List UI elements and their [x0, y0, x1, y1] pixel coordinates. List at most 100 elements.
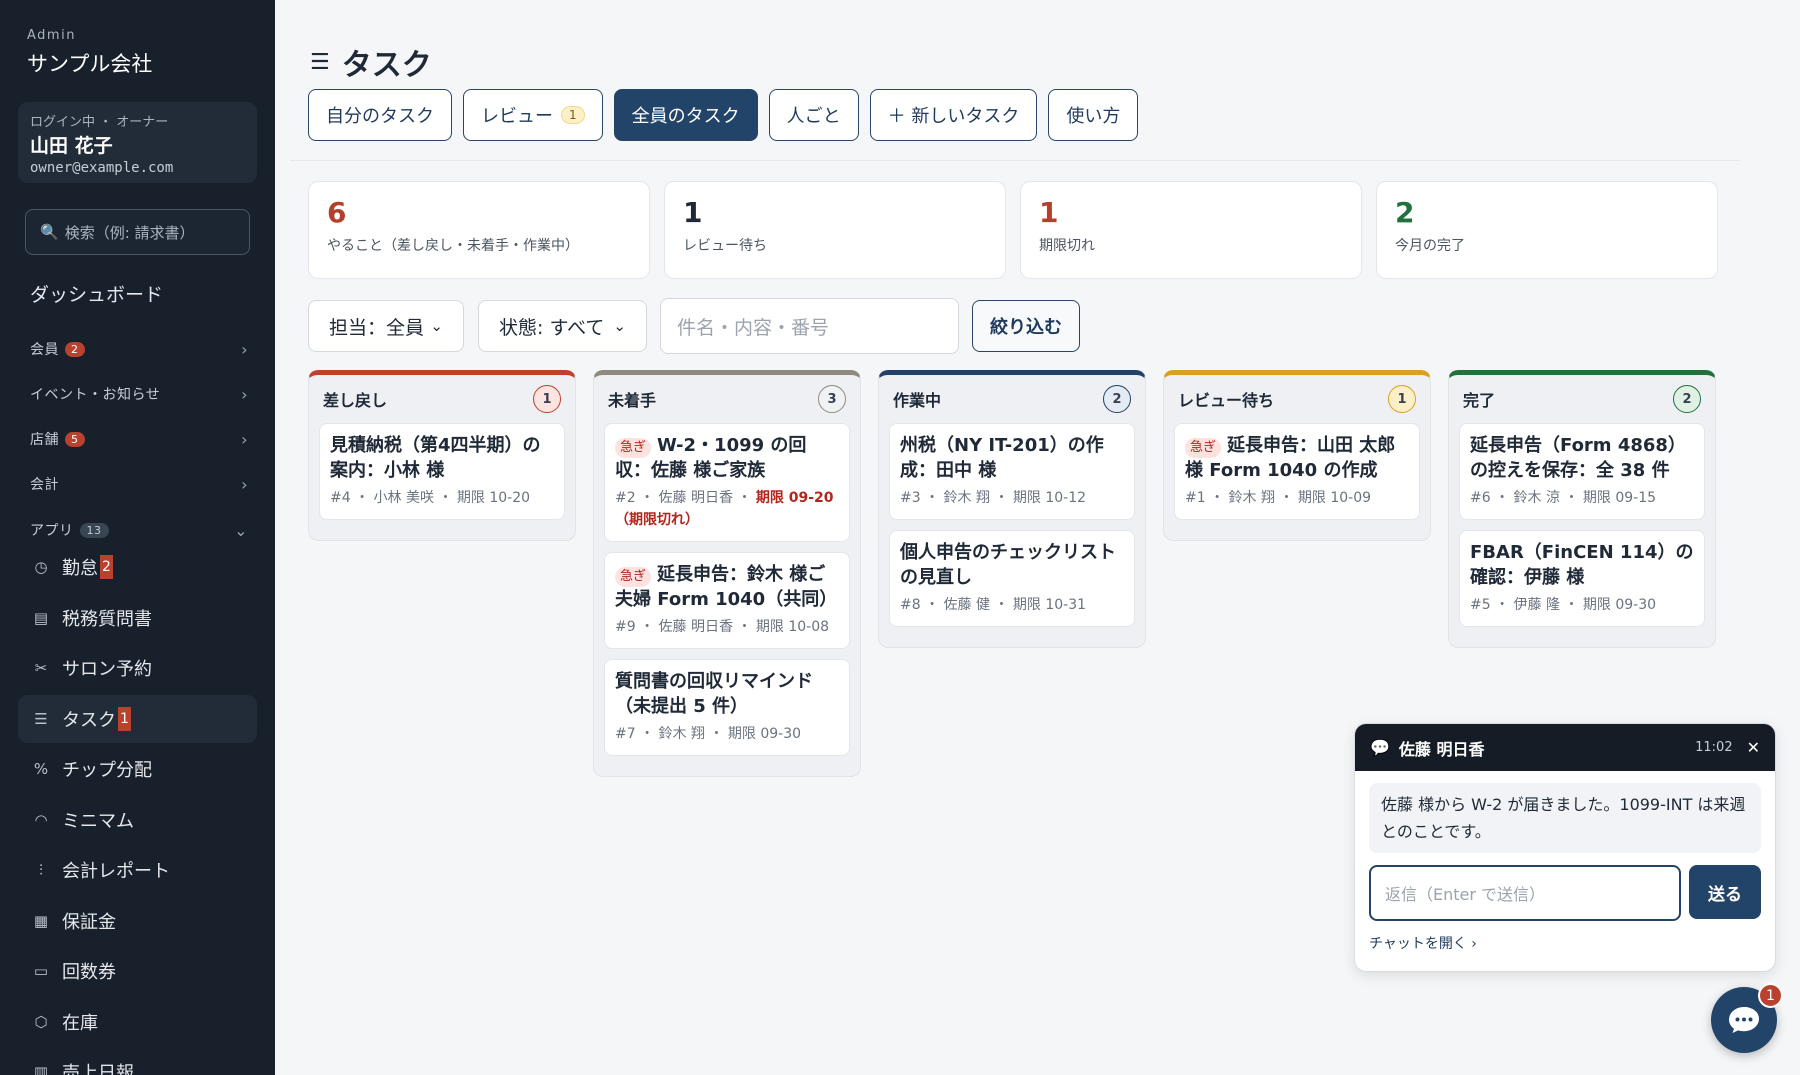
chat-bubble-icon [1729, 1007, 1759, 1033]
chat-bubble-icon: 💬 [1370, 738, 1390, 757]
task-card[interactable]: FBAR（FinCEN 114）の確認：伊藤 様 #5 ・ 伊藤 隆 ・ 期限 0… [1459, 530, 1705, 627]
column-title: 未着手 [608, 391, 657, 410]
task-card[interactable]: 延長申告（Form 4868）の控えを保存：全 38 件 #6 ・ 鈴木 涼 ・ … [1459, 423, 1705, 520]
task-meta-text: #3 ・ 鈴木 翔 ・ 期限 10-12 [900, 490, 1087, 506]
task-card[interactable]: 見積納税（第4四半期）の案内：小林 様 #4 ・ 小林 美咲 ・ 期限 10-20 [319, 423, 565, 520]
task-meta-text: #1 ・ 鈴木 翔 ・ 期限 10-09 [1185, 490, 1372, 506]
column-count-badge: 2 [1103, 385, 1131, 413]
tab-item[interactable]: 人ごと [768, 89, 859, 141]
chevron-right-icon: › [241, 474, 248, 494]
task-card[interactable]: 急ぎ 延長申告：鈴木 様ご夫婦 Form 1040（共同） #9 ・ 佐藤 明日香 … [604, 552, 850, 649]
sidebar-item[interactable]: ◠ ミニマム [18, 796, 257, 844]
sidebar-search-input[interactable]: 🔍 検索（例: 請求書） [25, 209, 250, 255]
sidebar-item-dashboard[interactable]: ダッシュボード [30, 280, 163, 307]
task-search-input[interactable]: 件名・内容・番号 [660, 298, 959, 354]
task-card[interactable]: 質問書の回収リマインド（未提出 5 件） #7 ・ 鈴木 翔 ・ 期限 09-30 [604, 659, 850, 756]
column-title: 完了 [1463, 391, 1496, 410]
chat-message: 佐藤 様から W-2 が届きました。1099-INT は来週とのことです。 [1369, 783, 1761, 853]
open-chat-link[interactable]: チャットを開く › [1369, 933, 1761, 953]
sidebar-group[interactable]: イベント・お知らせ › [30, 382, 248, 406]
sidebar-item-label: 売上日報 [62, 1063, 134, 1075]
task-title-text: 質問書の回収リマインド（未提出 5 件） [615, 671, 813, 717]
stat-card: 1 レビュー待ち [664, 181, 1006, 279]
chat-send-button[interactable]: 送る [1689, 865, 1761, 919]
chat-unread-badge: 1 [1758, 983, 1783, 1008]
sidebar-item[interactable]: ✂ サロン予約 [18, 644, 257, 692]
task-card[interactable]: 急ぎ W-2・1099 の回収：佐藤 様ご家族 #2 ・ 佐藤 明日香 ・ 期限 0… [604, 423, 850, 542]
task-meta: #3 ・ 鈴木 翔 ・ 期限 10-12 [900, 487, 1124, 509]
task-meta-text: #7 ・ 鈴木 翔 ・ 期限 09-30 [615, 726, 802, 742]
sidebar-group-badge: 13 [79, 522, 109, 538]
chat-reply-input[interactable]: 返信（Enter で送信） [1369, 865, 1681, 921]
task-meta-text: #2 ・ 佐藤 明日香 ・ [615, 490, 756, 506]
sidebar-item-label: チップ分配 [62, 760, 152, 781]
tab-item[interactable]: レビュー 1 [463, 89, 603, 141]
assignee-select[interactable]: 担当：全員 ⌄ [308, 300, 464, 352]
sidebar-item[interactable]: ⫶ 会計レポート [18, 846, 257, 894]
sidebar-eyebrow: Admin [27, 28, 76, 43]
percent-icon: % [33, 760, 49, 778]
chat-timestamp: 11:02 [1695, 740, 1733, 755]
chat-fab-button[interactable]: 1 [1711, 983, 1783, 1053]
tab-label: 使い方 [1066, 106, 1121, 127]
sidebar-item-label: 税務質問書 [62, 608, 152, 630]
chart-icon: ⫶ [39, 861, 43, 879]
urgent-badge: 急ぎ [1185, 438, 1222, 458]
sidebar-group[interactable]: 店舗 5 › [30, 427, 248, 451]
sidebar-item-label: タスク [62, 709, 116, 731]
sidebar-item-label: ミニマム [62, 810, 134, 832]
tab-label: レビュー [481, 106, 553, 127]
tab-item[interactable]: 使い方 [1048, 89, 1139, 141]
task-meta-text: #9 ・ 佐藤 明日香 ・ 期限 10-08 [615, 619, 830, 635]
sidebar-item-badge: 2 [100, 555, 113, 579]
close-icon[interactable]: ✕ [1747, 738, 1760, 757]
column-header: 差し戻し 1 [319, 375, 565, 423]
checklist-icon: ☰ [34, 709, 48, 728]
status-select[interactable]: 状態: すべて ⌄ [478, 300, 647, 352]
header-divider [290, 160, 1740, 161]
tab-item[interactable]: 自分のタスク [308, 89, 452, 141]
sidebar-group-label: 会員 [30, 342, 59, 358]
sidebar-group[interactable]: アプリ 13 ⌄ [30, 518, 248, 542]
task-card[interactable]: 急ぎ 延長申告：山田 太郎 様 Form 1040 の作成 #1 ・ 鈴木 翔 ・ … [1174, 423, 1420, 520]
task-meta: #2 ・ 佐藤 明日香 ・ 期限 09-20（期限切れ） [615, 487, 839, 531]
chevron-right-icon: › [241, 339, 248, 359]
tab-item[interactable]: 全員のタスク [613, 89, 758, 141]
column-count-badge: 1 [533, 385, 561, 413]
sidebar-item[interactable]: ▭ 回数券 [18, 947, 257, 995]
stat-value: 1 [1039, 196, 1059, 229]
tab-item[interactable]: ＋ 新しいタスク [869, 89, 1038, 141]
task-meta: #1 ・ 鈴木 翔 ・ 期限 10-09 [1185, 487, 1409, 509]
task-title: 急ぎ W-2・1099 の回収：佐藤 様ご家族 [615, 433, 839, 483]
column-header: 作業中 2 [889, 375, 1135, 423]
column-header: 完了 2 [1459, 375, 1705, 423]
sidebar-item-badge: 1 [118, 706, 131, 731]
sidebar-item[interactable]: ▤ 税務質問書 [18, 594, 257, 642]
sidebar-item[interactable]: % チップ分配 [18, 745, 257, 793]
stat-label: やること（差し戻し・未着手・作業中） [327, 238, 579, 254]
sidebar-group[interactable]: 会員 2 › [30, 337, 248, 361]
sidebar-item-label: 在庫 [62, 1012, 98, 1034]
sidebar-group-label: イベント・お知らせ [30, 387, 161, 403]
tab-label: 人ごと [786, 106, 841, 127]
sidebar-item[interactable]: ☰ タスク 1 [18, 694, 257, 743]
column-count-badge: 3 [818, 385, 846, 413]
chat-reply-placeholder: 返信（Enter で送信） [1385, 885, 1546, 904]
sidebar-item[interactable]: ▥ 売上日報 [18, 1048, 257, 1075]
urgent-badge: 急ぎ [615, 567, 652, 587]
sidebar-item[interactable]: ▦ 保証金 [18, 897, 257, 945]
task-card[interactable]: 個人申告のチェックリストの見直し #8 ・ 佐藤 健 ・ 期限 10-31 [889, 530, 1135, 627]
chat-header: 💬 佐藤 明日香 11:02 ✕ [1355, 724, 1775, 771]
sidebar-group[interactable]: 会計 › [30, 472, 248, 496]
sidebar-item[interactable]: ⬡ 在庫 [18, 998, 257, 1046]
sidebar-item-label: 保証金 [62, 911, 116, 933]
user-name: 山田 花子 [30, 135, 113, 157]
company-name: サンプル会社 [27, 52, 153, 76]
sidebar-group-badge: 2 [65, 341, 85, 357]
user-card: ログイン中 ・ オーナー 山田 花子 owner@example.com [18, 102, 257, 183]
gauge-icon: ◠ [34, 810, 48, 829]
filter-submit-button[interactable]: 絞り込む [972, 300, 1080, 352]
column-header: 未着手 3 [604, 375, 850, 423]
sidebar-item[interactable]: ◷ 勤怠 2 [18, 543, 257, 591]
task-card[interactable]: 州税（NY IT-201）の作成：田中 様 #3 ・ 鈴木 翔 ・ 期限 10-1… [889, 423, 1135, 520]
